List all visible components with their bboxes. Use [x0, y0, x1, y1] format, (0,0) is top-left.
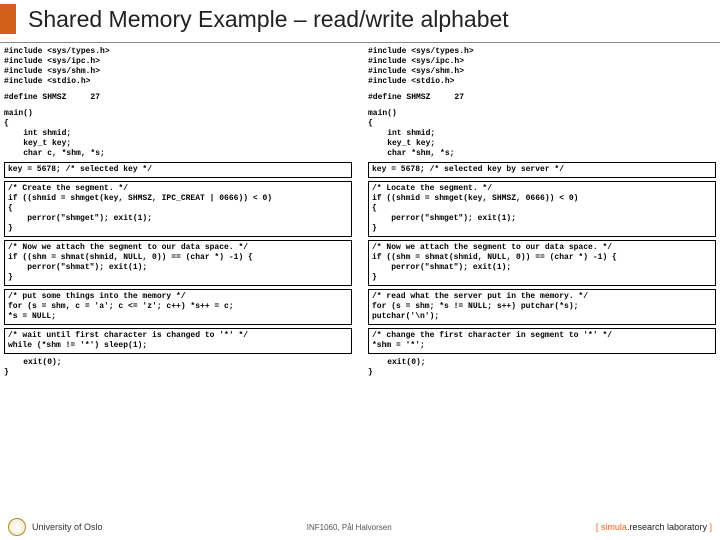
footer: University of Oslo INF1060, Pål Halvorse… [0, 518, 720, 536]
server-box-attach: /* Now we attach the segment to our data… [4, 240, 352, 286]
client-box-key: key = 5678; /* selected key by server */ [368, 162, 716, 178]
uio-logo-icon [8, 518, 26, 536]
client-box-locate: /* Locate the segment. */ if ((shmid = s… [368, 181, 716, 237]
server-write-code: /* put some things into the memory */ fo… [8, 292, 348, 322]
server-main-open: main() { int shmid; key_t key; char c, *… [4, 109, 352, 159]
simula-brand: simula [601, 522, 627, 532]
title-bar: Shared Memory Example – read/write alpha… [0, 0, 720, 43]
server-includes: #include <sys/types.h> #include <sys/ipc… [4, 47, 352, 87]
footer-right: [ simula.research laboratory ] [596, 522, 712, 532]
footer-left: University of Oslo [8, 518, 103, 536]
server-wait-code: /* wait until first character is changed… [8, 331, 348, 351]
client-main-open: main() { int shmid; key_t key; char *shm… [368, 109, 716, 159]
server-attach-code: /* Now we attach the segment to our data… [8, 243, 348, 283]
client-key-code: key = 5678; /* selected key by server */ [372, 165, 712, 175]
server-exit: exit(0); } [4, 358, 352, 378]
simula-rest: .research laboratory [627, 522, 707, 532]
client-column: #include <sys/types.h> #include <sys/ipc… [368, 47, 716, 378]
client-box-change: /* change the first character in segment… [368, 328, 716, 354]
client-change-code: /* change the first character in segment… [372, 331, 712, 351]
footer-center: INF1060, Pål Halvorsen [307, 523, 392, 532]
client-define: #define SHMSZ 27 [368, 93, 716, 103]
server-box-wait: /* wait until first character is changed… [4, 328, 352, 354]
university-label: University of Oslo [32, 522, 103, 532]
client-exit: exit(0); } [368, 358, 716, 378]
server-box-create: /* Create the segment. */ if ((shmid = s… [4, 181, 352, 237]
title-accent [0, 4, 16, 34]
server-create-code: /* Create the segment. */ if ((shmid = s… [8, 184, 348, 234]
server-column: #include <sys/types.h> #include <sys/ipc… [4, 47, 352, 378]
server-box-write: /* put some things into the memory */ fo… [4, 289, 352, 325]
client-read-code: /* read what the server put in the memor… [372, 292, 712, 322]
server-define: #define SHMSZ 27 [4, 93, 352, 103]
client-locate-code: /* Locate the segment. */ if ((shmid = s… [372, 184, 712, 234]
server-box-key: key = 5678; /* selected key */ [4, 162, 352, 178]
content: #include <sys/types.h> #include <sys/ipc… [0, 43, 720, 378]
server-key-code: key = 5678; /* selected key */ [8, 165, 348, 175]
client-includes: #include <sys/types.h> #include <sys/ipc… [368, 47, 716, 87]
client-box-read: /* read what the server put in the memor… [368, 289, 716, 325]
client-attach-code: /* Now we attach the segment to our data… [372, 243, 712, 283]
page-title: Shared Memory Example – read/write alpha… [28, 6, 509, 33]
client-box-attach: /* Now we attach the segment to our data… [368, 240, 716, 286]
